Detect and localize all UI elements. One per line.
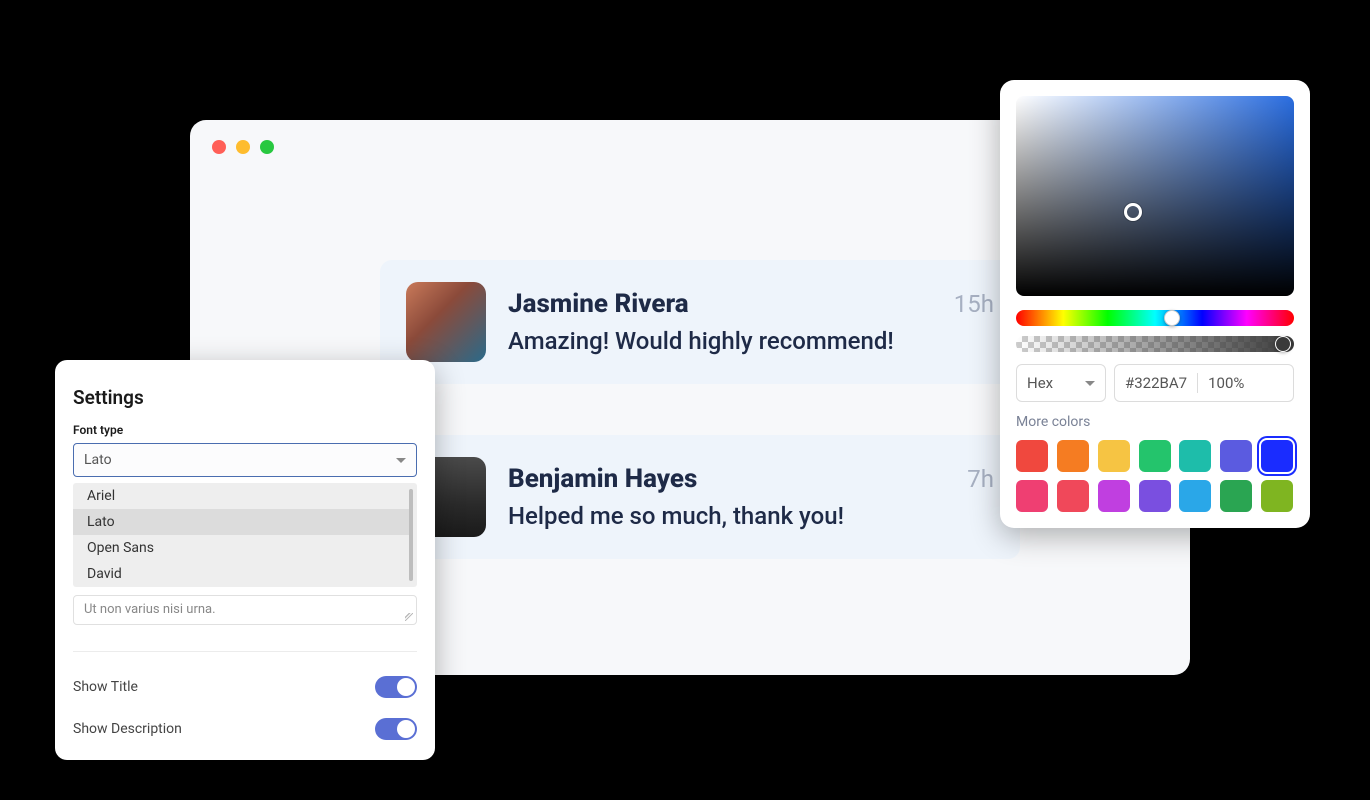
- hex-value: #322BA7: [1125, 374, 1187, 392]
- review-text: Amazing! Would highly recommend!: [508, 327, 994, 355]
- minimize-icon[interactable]: [236, 140, 250, 154]
- selected-font: Lato: [84, 452, 112, 468]
- show-title-label: Show Title: [73, 679, 138, 695]
- color-swatch[interactable]: [1016, 480, 1048, 512]
- color-swatch[interactable]: [1057, 440, 1089, 472]
- color-swatch[interactable]: [1261, 440, 1293, 472]
- chevron-down-icon: [396, 458, 406, 463]
- alpha-slider[interactable]: [1016, 336, 1294, 352]
- hue-slider[interactable]: [1016, 310, 1294, 326]
- textarea-placeholder: Ut non varius nisi urna.: [84, 602, 216, 617]
- close-icon[interactable]: [212, 140, 226, 154]
- color-format-value: Hex: [1027, 374, 1053, 392]
- review-text: Helped me so much, thank you!: [508, 502, 994, 530]
- avatar: [406, 282, 486, 362]
- reviewer-name: Jasmine Rivera: [508, 289, 689, 319]
- show-description-toggle[interactable]: [375, 718, 417, 740]
- review-body: Jasmine Rivera 15h Amazing! Would highly…: [508, 289, 994, 355]
- show-description-row: Show Description: [55, 708, 435, 750]
- sv-cursor[interactable]: [1124, 203, 1142, 221]
- review-card: Benjamin Hayes 7h Helped me so much, tha…: [380, 435, 1020, 559]
- color-swatch[interactable]: [1098, 440, 1130, 472]
- hex-input[interactable]: #322BA7 100%: [1114, 364, 1294, 402]
- maximize-icon[interactable]: [260, 140, 274, 154]
- review-card: Jasmine Rivera 15h Amazing! Would highly…: [380, 260, 1020, 384]
- settings-title: Settings: [55, 380, 435, 423]
- color-swatch[interactable]: [1179, 480, 1211, 512]
- font-option-opensans[interactable]: Open Sans: [73, 535, 409, 561]
- color-swatch[interactable]: [1057, 480, 1089, 512]
- font-dropdown: Ariel Lato Open Sans David: [73, 483, 417, 587]
- show-title-toggle[interactable]: [375, 676, 417, 698]
- chevron-down-icon: [1085, 381, 1095, 386]
- opacity-value: 100%: [1208, 374, 1244, 392]
- show-title-row: Show Title: [55, 666, 435, 708]
- color-swatch[interactable]: [1220, 440, 1252, 472]
- review-time: 15h: [954, 290, 994, 318]
- color-swatch[interactable]: [1179, 440, 1211, 472]
- color-swatch[interactable]: [1139, 480, 1171, 512]
- color-swatch[interactable]: [1098, 480, 1130, 512]
- color-picker-panel: Hex #322BA7 100% More colors: [1000, 80, 1310, 528]
- separator: [1197, 373, 1198, 393]
- color-inputs: Hex #322BA7 100%: [1016, 364, 1294, 402]
- description-textarea[interactable]: Ut non varius nisi urna.: [73, 595, 417, 625]
- color-swatch[interactable]: [1139, 440, 1171, 472]
- review-body: Benjamin Hayes 7h Helped me so much, tha…: [508, 464, 994, 530]
- reviewer-name: Benjamin Hayes: [508, 464, 697, 494]
- divider: [73, 651, 417, 652]
- color-swatch[interactable]: [1016, 440, 1048, 472]
- more-colors-label: More colors: [1016, 414, 1294, 430]
- color-swatch[interactable]: [1261, 480, 1293, 512]
- review-time: 7h: [967, 465, 994, 493]
- font-option-ariel[interactable]: Ariel: [73, 483, 409, 509]
- font-option-david[interactable]: David: [73, 561, 409, 587]
- settings-panel: Settings Font type Lato Ariel Lato Open …: [55, 360, 435, 760]
- font-option-lato[interactable]: Lato: [73, 509, 409, 535]
- swatch-grid: [1016, 440, 1294, 512]
- font-type-label: Font type: [55, 423, 435, 443]
- saturation-value-area[interactable]: [1016, 96, 1294, 296]
- font-type-select[interactable]: Lato: [73, 443, 417, 477]
- hue-thumb[interactable]: [1164, 310, 1180, 326]
- traffic-lights: [212, 140, 274, 154]
- show-description-label: Show Description: [73, 721, 182, 737]
- alpha-thumb[interactable]: [1275, 336, 1291, 352]
- color-swatch[interactable]: [1220, 480, 1252, 512]
- color-format-select[interactable]: Hex: [1016, 364, 1106, 402]
